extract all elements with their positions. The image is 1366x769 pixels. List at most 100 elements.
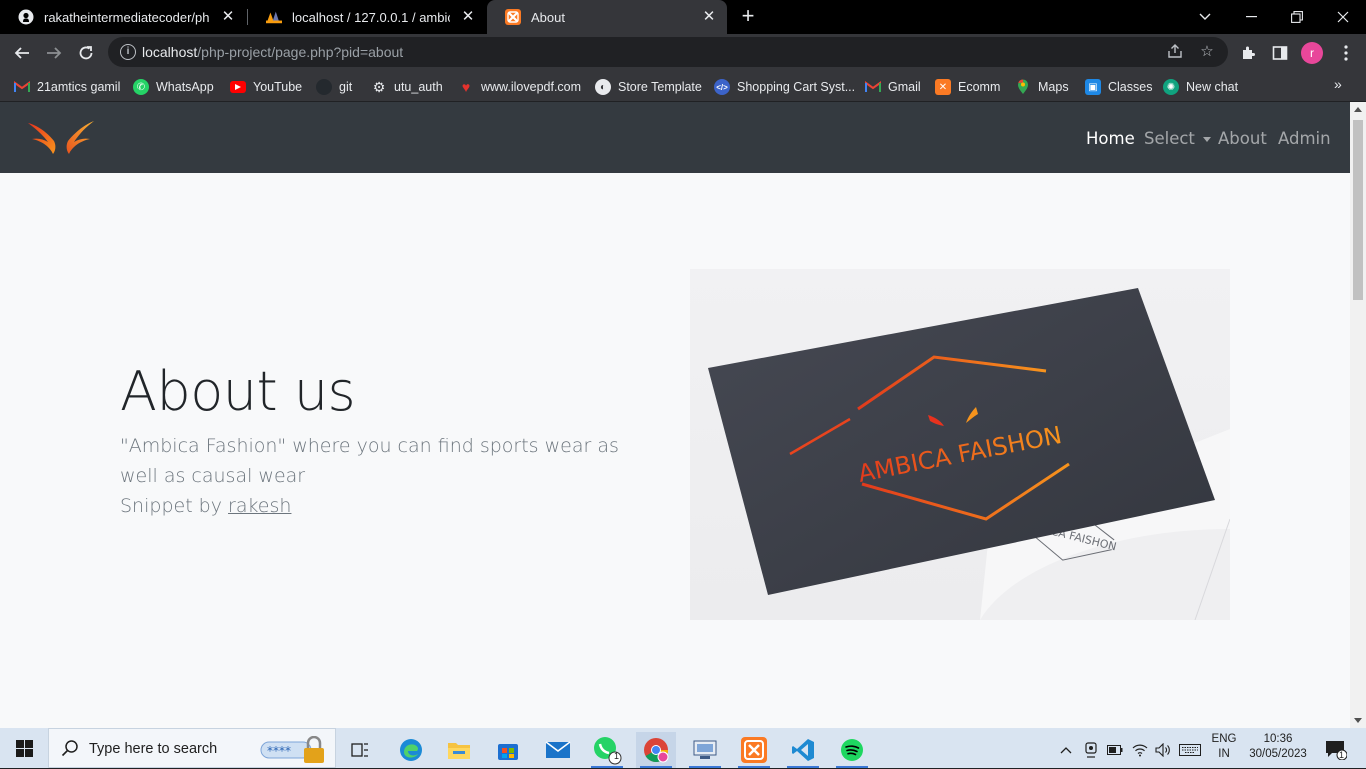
chrome-icon[interactable]: [636, 732, 676, 768]
bookmarks-overflow-icon[interactable]: »: [1334, 76, 1342, 92]
minimize-button[interactable]: [1228, 0, 1274, 34]
scrollbar-thumb[interactable]: [1353, 120, 1363, 300]
nav-about[interactable]: About: [1218, 129, 1267, 148]
battery-icon[interactable]: [1104, 732, 1126, 768]
extensions-icon[interactable]: [1234, 39, 1262, 67]
bookmark-new-chat[interactable]: ✺ New chat: [1163, 76, 1238, 98]
bookmark-shopping-cart[interactable]: </> Shopping Cart Syst...: [714, 76, 855, 98]
language-indicator[interactable]: ENG IN: [1207, 733, 1241, 760]
keyboard-icon[interactable]: [1176, 732, 1204, 768]
file-explorer-icon[interactable]: [439, 732, 479, 768]
new-tab-button[interactable]: +: [736, 5, 760, 29]
share-icon[interactable]: [1166, 43, 1184, 61]
nav-admin[interactable]: Admin: [1278, 129, 1331, 148]
tab-title: localhost / 127.0.0.1 / ambicadb /: [292, 9, 450, 25]
tab-title: About: [531, 9, 565, 25]
gmail-icon: [865, 79, 881, 95]
url-text[interactable]: localhost/php-project/page.php?pid=about: [142, 44, 403, 60]
bookmark-gmail[interactable]: Gmail: [865, 76, 921, 98]
globe-icon: ◐: [595, 79, 611, 95]
nav-home[interactable]: Home: [1086, 129, 1135, 148]
heart-icon: ♥: [461, 79, 471, 95]
side-panel-icon[interactable]: [1266, 39, 1294, 67]
wifi-icon[interactable]: [1128, 732, 1152, 768]
windows-start-button[interactable]: [0, 728, 48, 768]
author-link[interactable]: rakesh: [228, 495, 291, 517]
forward-button[interactable]: [40, 39, 68, 67]
xampp-icon: ✕: [935, 79, 951, 95]
vscode-icon[interactable]: [783, 732, 823, 768]
close-icon[interactable]: ✕: [220, 9, 236, 25]
whatsapp-app-icon[interactable]: 1: [587, 732, 627, 768]
whatsapp-badge: 1: [614, 751, 620, 761]
chevron-down-icon: [1202, 137, 1211, 142]
meet-now-icon[interactable]: [1080, 732, 1102, 768]
classroom-icon: ▣: [1085, 79, 1101, 95]
restore-button[interactable]: [1274, 0, 1320, 34]
bookmark-git[interactable]: git: [316, 76, 352, 98]
spotify-icon[interactable]: [832, 732, 872, 768]
windows-taskbar: Type here to search **** 1 ENG IN 10:36 …: [0, 728, 1366, 768]
close-icon[interactable]: ✕: [701, 9, 717, 25]
gear-icon: ⚙: [372, 78, 386, 95]
page-scrollbar[interactable]: [1350, 102, 1366, 728]
tab-phpmyadmin[interactable]: localhost / 127.0.0.1 / ambicadb / ✕: [248, 0, 486, 34]
address-bar[interactable]: i localhost/php-project/page.php?pid=abo…: [108, 37, 1228, 67]
phpmyadmin-icon: [266, 9, 282, 25]
close-window-button[interactable]: [1320, 0, 1366, 34]
bookmark-youtube[interactable]: YouTube: [230, 76, 302, 98]
tab-github[interactable]: rakatheintermediatecoder/php-p ✕: [0, 0, 246, 34]
tab-about[interactable]: About ✕: [487, 0, 727, 34]
page-viewport: Home Select About Admin About us "Ambica…: [0, 102, 1350, 728]
svg-text:****: ****: [267, 744, 291, 758]
clock[interactable]: 10:36 30/05/2023: [1246, 733, 1310, 760]
business-card-image: AMBICA FAISHON AMBICA FAISHON: [690, 269, 1230, 620]
whatsapp-icon: ✆: [133, 79, 149, 95]
microsoft-store-icon[interactable]: [488, 732, 528, 768]
github-icon: [316, 79, 332, 95]
brand-logo-icon[interactable]: [26, 117, 96, 159]
site-info-icon[interactable]: i: [120, 44, 136, 60]
bookmark-ilovepdf[interactable]: ♥ www.ilovepdf.com: [458, 76, 581, 98]
password-lock-icon: ****: [259, 735, 329, 769]
edge-icon[interactable]: [391, 732, 431, 768]
bookmark-whatsapp[interactable]: ✆ WhatsApp: [133, 76, 214, 98]
profile-avatar[interactable]: r: [1301, 42, 1323, 64]
search-icon: [61, 739, 79, 757]
bookmark-21amtics-gamil[interactable]: 21amtics gamil: [14, 76, 120, 98]
xampp-app-icon[interactable]: [734, 732, 774, 768]
xampp-icon: [505, 9, 521, 25]
bookmark-star-icon[interactable]: ☆: [1198, 43, 1216, 61]
tab-strip: rakatheintermediatecoder/php-p ✕ localho…: [0, 0, 1366, 34]
task-view-icon[interactable]: [340, 732, 380, 768]
site-navbar: Home Select About Admin: [0, 102, 1350, 173]
menu-icon[interactable]: [1332, 39, 1360, 67]
taskbar-search-input[interactable]: Type here to search ****: [48, 728, 336, 768]
bookmark-maps[interactable]: Maps: [1015, 76, 1069, 98]
bookmark-classes[interactable]: ▣ Classes: [1085, 76, 1152, 98]
openai-icon: ✺: [1163, 79, 1179, 95]
browser-toolbar: i localhost/php-project/page.php?pid=abo…: [0, 34, 1366, 71]
back-button[interactable]: [8, 39, 36, 67]
volume-icon[interactable]: [1152, 732, 1174, 768]
youtube-icon: [230, 81, 246, 93]
mail-icon[interactable]: [538, 732, 578, 768]
bookmarks-bar: 21amtics gamil ✆ WhatsApp YouTube git ⚙ …: [0, 71, 1366, 102]
scroll-up-icon[interactable]: [1354, 107, 1362, 112]
bookmark-store-template[interactable]: ◐ Store Template: [595, 76, 702, 98]
close-icon[interactable]: ✕: [460, 9, 476, 25]
hero-description: "Ambica Fashion" where you can find spor…: [120, 435, 619, 517]
bookmark-ecomm[interactable]: ✕ Ecomm: [935, 76, 1000, 98]
gmail-icon: [14, 79, 30, 95]
reload-button[interactable]: [72, 39, 100, 67]
tray-chevron-up-icon[interactable]: [1054, 732, 1078, 768]
nav-select-dropdown[interactable]: Select: [1144, 129, 1211, 148]
notification-center-icon[interactable]: 1: [1318, 732, 1354, 768]
github-icon: [18, 9, 34, 25]
tab-search-chevron-down-icon[interactable]: [1182, 0, 1228, 34]
network-app-icon[interactable]: [685, 732, 725, 768]
tab-title: rakatheintermediatecoder/php-p: [44, 9, 210, 25]
bookmark-utu-auth[interactable]: ⚙ utu_auth: [371, 76, 443, 98]
scroll-down-icon[interactable]: [1354, 718, 1362, 723]
code-icon: </>: [714, 79, 730, 95]
